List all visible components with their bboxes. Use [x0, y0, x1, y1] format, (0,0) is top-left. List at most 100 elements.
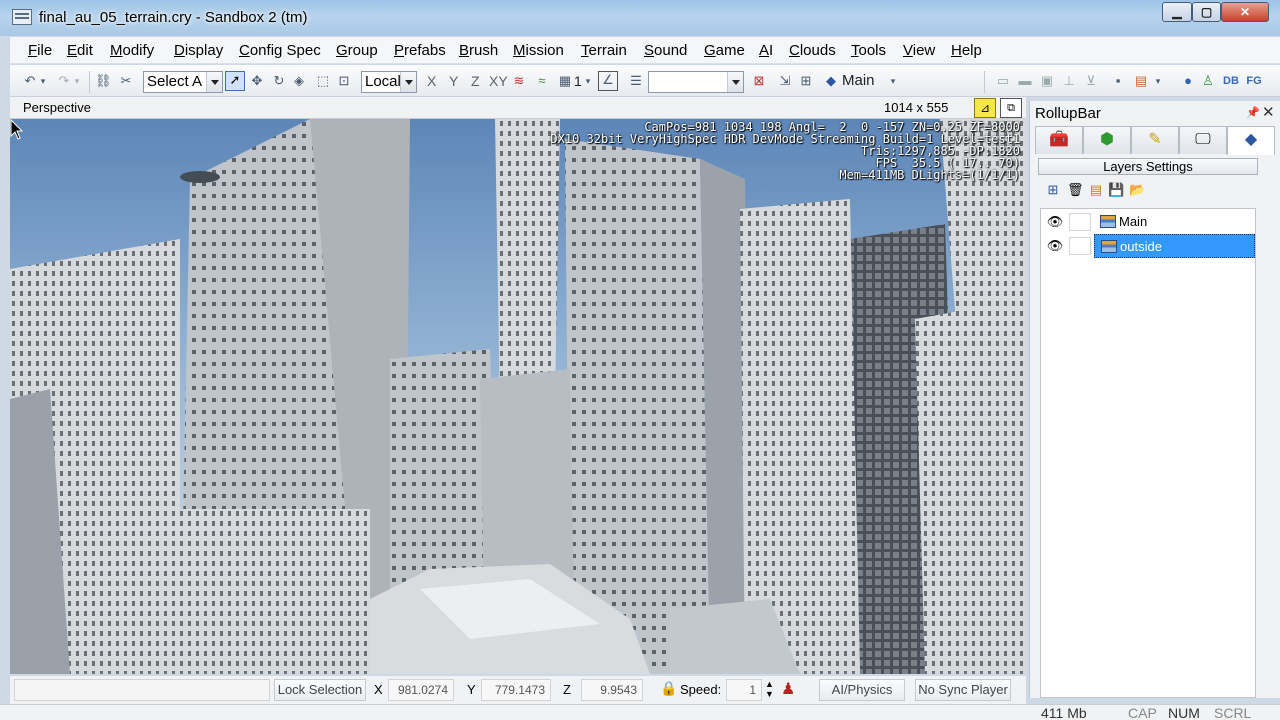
delete-layer-icon[interactable]: 🗑 — [1067, 182, 1084, 198]
selection-filter-select[interactable]: Select A — [143, 71, 223, 93]
menu-modify[interactable]: Modify — [110, 42, 154, 59]
layer-tree-icon[interactable]: ⊞ — [798, 73, 814, 89]
current-layer-label[interactable]: Main — [842, 72, 875, 89]
layer-name-cell[interactable]: Main — [1094, 210, 1255, 234]
coord-system-select[interactable]: Local — [361, 71, 417, 93]
perspective-viewport[interactable]: CamPos=981 1034 198 Angl= 2 0 -157 ZN=0.… — [10, 119, 1026, 674]
menu-mission[interactable]: Mission — [513, 42, 564, 59]
menu-display[interactable]: Display — [174, 42, 223, 59]
grid-size-value[interactable]: 1 — [574, 73, 582, 89]
menu-file[interactable]: File — [28, 42, 52, 59]
maximize-viewport-icon[interactable]: ⊿ — [974, 98, 996, 118]
rotate-tool-icon[interactable]: ↻ — [271, 73, 287, 89]
minimize-button[interactable]: ▁ — [1162, 2, 1192, 22]
pin-icon[interactable]: 📌 — [1246, 106, 1260, 119]
speed-spinner-icon[interactable]: ▲ ▼ — [765, 679, 774, 699]
delete-selection-icon[interactable]: ⊠ — [751, 73, 767, 89]
globe-icon[interactable]: ● — [1180, 73, 1196, 89]
viewport-layout-icon[interactable]: ⧉ — [1000, 98, 1022, 118]
menu-tools[interactable]: Tools — [851, 42, 886, 59]
undo-dropdown-icon[interactable]: ▾ — [38, 73, 48, 89]
ai-physics-button[interactable]: AI/Physics — [819, 679, 905, 701]
database-icon[interactable]: DB — [1221, 73, 1241, 89]
align-left-icon[interactable]: ▭ — [995, 73, 1011, 89]
memory-usage: 411 Mb — [1041, 705, 1087, 720]
layers-tab-icon[interactable]: ◆ — [1227, 126, 1275, 155]
menu-config-spec[interactable]: Config Spec — [239, 42, 321, 59]
visibility-eye-icon[interactable]: 👁 — [1045, 214, 1065, 230]
menu-clouds[interactable]: Clouds — [789, 42, 836, 59]
drop-to-floor-icon[interactable]: ⊻ — [1083, 73, 1099, 89]
app-menu-icon[interactable] — [12, 9, 32, 25]
layer-row-main[interactable]: 👁 Main — [1041, 210, 1255, 234]
z-position-field[interactable]: 9.9543 — [581, 679, 643, 701]
goto-player-icon[interactable]: ♟ — [781, 679, 803, 701]
goto-selection-icon[interactable]: ⇲ — [777, 73, 793, 89]
layer-properties-icon[interactable]: ▤ — [1088, 182, 1104, 198]
texture-icon[interactable]: ▤ — [1133, 73, 1149, 89]
named-selection-select[interactable] — [648, 71, 744, 93]
layers-settings-header[interactable]: Layers Settings — [1038, 158, 1258, 175]
menu-brush[interactable]: Brush — [459, 42, 498, 59]
x-position-field[interactable]: 981.0274 — [388, 679, 454, 701]
freeze-checkbox[interactable] — [1069, 213, 1091, 231]
align-icon[interactable]: ▬ — [1017, 73, 1033, 89]
redo-icon[interactable]: ↷ — [56, 73, 72, 89]
layer-row-outside[interactable]: 👁 outside — [1041, 234, 1255, 258]
axis-y-button[interactable]: Y — [449, 73, 458, 89]
display-tab-icon[interactable]: 🖵 — [1179, 126, 1227, 154]
axis-xy-button[interactable]: XY — [489, 73, 508, 89]
unlink-icon[interactable]: ✂ — [118, 73, 134, 89]
object-snap-icon[interactable]: ≈ — [533, 73, 551, 89]
link-icon[interactable]: ⛓ — [95, 73, 112, 89]
open-layer-icon[interactable]: 📂 — [1129, 182, 1145, 198]
character-icon[interactable]: ♙ — [1200, 73, 1216, 89]
grid-dropdown-icon[interactable]: ▾ — [583, 73, 593, 89]
objects-tab-icon[interactable]: 🧰 — [1035, 126, 1083, 154]
lock-icon[interactable]: 🔒 — [660, 680, 677, 697]
align-bottom-icon[interactable]: ⊥ — [1061, 73, 1077, 89]
y-position-field[interactable]: 779.1473 — [481, 679, 551, 701]
snap-to-terrain-icon[interactable]: ⊡ — [336, 73, 352, 89]
select-region-icon[interactable]: ⬚ — [315, 73, 331, 89]
layer-dropdown-icon[interactable]: ▾ — [888, 73, 898, 89]
select-object-list-icon[interactable]: ☰ — [628, 73, 644, 89]
maximize-button[interactable]: ▢ — [1192, 2, 1221, 22]
menu-prefabs[interactable]: Prefabs — [394, 42, 446, 59]
terrain-tab-icon[interactable]: ⬢ — [1083, 126, 1131, 154]
menu-view[interactable]: View — [903, 42, 935, 59]
grid-icon[interactable]: ▦ — [557, 73, 573, 89]
angle-snap-icon[interactable]: ∠ — [598, 71, 618, 91]
viewport-title[interactable]: Perspective — [23, 100, 91, 115]
freeze-checkbox[interactable] — [1069, 237, 1091, 255]
terrain-snap-icon[interactable]: ≋ — [510, 73, 528, 89]
menu-help[interactable]: Help — [951, 42, 982, 59]
redo-dropdown-icon[interactable]: ▾ — [72, 73, 82, 89]
menu-ai[interactable]: AI — [759, 42, 773, 59]
move-tool-icon[interactable]: ✥ — [249, 73, 265, 89]
menu-terrain[interactable]: Terrain — [581, 42, 627, 59]
texture-dropdown-icon[interactable]: ▾ — [1153, 73, 1163, 89]
speed-field[interactable]: 1 — [726, 679, 762, 701]
layer-name-cell[interactable]: outside — [1094, 234, 1255, 258]
select-tool-icon[interactable]: ➚ — [225, 71, 245, 91]
menu-edit[interactable]: Edit — [67, 42, 93, 59]
visibility-eye-icon[interactable]: 👁 — [1045, 238, 1065, 254]
close-button[interactable]: ✕ — [1221, 2, 1269, 22]
menu-group[interactable]: Group — [336, 42, 378, 59]
axis-x-button[interactable]: X — [427, 73, 436, 89]
grid-align-icon[interactable]: ▣ — [1039, 73, 1055, 89]
sync-player-button[interactable]: No Sync Player — [915, 679, 1011, 701]
save-layer-icon[interactable]: 💾 — [1108, 182, 1124, 198]
close-icon[interactable]: ✕ — [1262, 103, 1275, 121]
scale-tool-icon[interactable]: ◈ — [291, 73, 307, 89]
lock-selection-button[interactable]: Lock Selection — [274, 679, 366, 701]
new-layer-icon[interactable]: ⊞ — [1045, 182, 1061, 198]
menu-sound[interactable]: Sound — [644, 42, 687, 59]
undo-icon[interactable]: ↶ — [22, 73, 38, 89]
menu-game[interactable]: Game — [704, 42, 745, 59]
flowgraph-icon[interactable]: FG — [1244, 73, 1264, 89]
modify-tab-icon[interactable]: ✎ — [1131, 126, 1179, 154]
material-icon[interactable]: ▪ — [1110, 73, 1126, 89]
axis-z-button[interactable]: Z — [471, 73, 480, 89]
